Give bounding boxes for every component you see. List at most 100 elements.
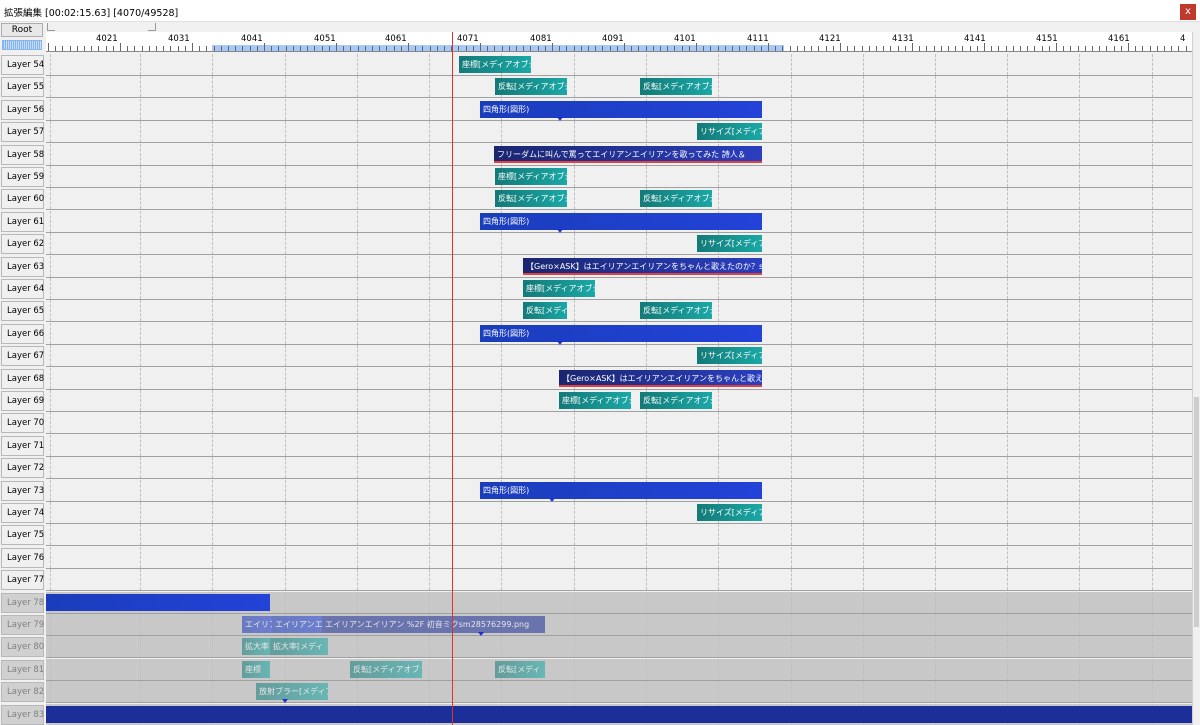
timeline-object[interactable]: 座標[メディアオブジェ xyxy=(523,280,595,297)
layer-label[interactable]: Layer 56 xyxy=(1,100,44,120)
timeline-object[interactable]: リサイズ[メディアオブ xyxy=(697,235,762,252)
layer-label[interactable]: Layer 55 xyxy=(1,77,44,97)
layer-label[interactable]: Layer 75 xyxy=(1,525,44,545)
timeline-object[interactable]: 四角形(図形) xyxy=(480,325,762,342)
layer-label[interactable]: Layer 54 xyxy=(1,55,44,75)
vertical-scrollbar[interactable] xyxy=(1192,32,1200,725)
layer-row[interactable]: Layer 68 【Gero×ASK】はエイリアンエイリアンをちゃんと歌えたのか？… xyxy=(0,368,1192,390)
timeline-object[interactable]: エイリアンエイリアン %2F 初音ミクsm28576299.png xyxy=(322,616,545,633)
timeline-object[interactable]: 反転[メディアオブジェ xyxy=(640,392,712,409)
timeline-object[interactable]: 【Gero×ASK】はエイリアンエイリアンをちゃんと歌えたのか？sm2965 xyxy=(523,258,762,275)
layer-row[interactable]: Layer 79 エイリアエイリアンエイリエイリアンエイリアン %2F 初音ミクs… xyxy=(0,614,1192,636)
timeline-object[interactable]: 反転[メディアオブ xyxy=(350,661,422,678)
close-button[interactable]: x xyxy=(1180,4,1196,20)
layer-track[interactable] xyxy=(46,636,1192,658)
timeline-object[interactable]: フリーダムに叫んで罵ってエイリアンエイリアンを歌ってみた 詩人＆ xyxy=(494,146,762,163)
layer-label[interactable]: Layer 64 xyxy=(1,279,44,299)
timeline-ruler[interactable]: 4021 4031 4041 4051 4061 4071 4081 4091 4101 4111… xyxy=(46,32,1192,52)
layer-track[interactable] xyxy=(46,76,1192,98)
layer-track[interactable] xyxy=(46,278,1192,300)
layer-row[interactable]: Layer 83 xyxy=(0,704,1192,725)
layer-label[interactable]: Layer 71 xyxy=(1,436,44,456)
layer-row[interactable]: Layer 74 リサイズ[メディアオブ xyxy=(0,502,1192,524)
timeline-object[interactable]: エイリア xyxy=(242,616,272,633)
layer-track[interactable] xyxy=(46,614,1192,636)
layer-row[interactable]: Layer 64 座標[メディアオブジェ xyxy=(0,278,1192,300)
layer-row[interactable]: Layer 82 放射ブラー[メディア xyxy=(0,681,1192,703)
layer-row[interactable]: Layer 61 四角形(図形) xyxy=(0,211,1192,233)
layer-track[interactable] xyxy=(46,659,1192,681)
layer-label[interactable]: Layer 83 xyxy=(1,705,44,725)
zoom-slider-left-icon[interactable] xyxy=(47,23,55,31)
layer-label[interactable]: Layer 58 xyxy=(1,145,44,165)
timeline-object[interactable]: 反転[メディアオブジェ xyxy=(495,190,567,207)
layer-row[interactable]: Layer 72 xyxy=(0,457,1192,479)
layer-row[interactable]: Layer 65 反転[メディ 反転[メディアオブジェ xyxy=(0,300,1192,322)
timeline-object[interactable]: 座標[メディアオブジェ xyxy=(459,56,531,73)
layer-track[interactable] xyxy=(46,166,1192,188)
layer-track[interactable] xyxy=(46,435,1192,457)
layer-label[interactable]: Layer 77 xyxy=(1,570,44,590)
timeline-object[interactable]: 反転[メディアオブジェ xyxy=(495,78,567,95)
timeline-overview-bar[interactable] xyxy=(2,40,42,50)
layer-label[interactable]: Layer 79 xyxy=(1,615,44,635)
scrollbar-thumb[interactable] xyxy=(1194,397,1199,627)
timeline-object[interactable]: 座標[メディアオブジェ xyxy=(559,392,631,409)
layer-row[interactable]: Layer 54 座標[メディアオブジェ xyxy=(0,54,1192,76)
timeline-object[interactable]: 四角形(図形) xyxy=(480,101,762,118)
timeline-object[interactable]: 反転[メディ xyxy=(523,302,567,319)
layer-label[interactable]: Layer 68 xyxy=(1,369,44,389)
keyframe-marker-icon[interactable] xyxy=(282,699,288,703)
layer-track[interactable] xyxy=(46,524,1192,546)
timeline-object[interactable]: 拡大率[メディ xyxy=(270,638,328,655)
timeline-object[interactable]: 四角形(図形) xyxy=(480,213,762,230)
layer-row[interactable]: Layer 71 xyxy=(0,435,1192,457)
layer-row[interactable]: Layer 66 四角形(図形) xyxy=(0,323,1192,345)
layer-label[interactable]: Layer 78 xyxy=(1,593,44,613)
timeline-object[interactable]: 拡大率 xyxy=(242,638,270,655)
playhead-cursor[interactable] xyxy=(452,32,453,725)
timeline-object[interactable]: リサイズ[メディアオブ xyxy=(697,504,762,521)
layer-row[interactable]: Layer 80 拡大率 拡大率[メディ xyxy=(0,636,1192,658)
layer-row[interactable]: Layer 56 四角形(図形) xyxy=(0,99,1192,121)
layer-row[interactable]: Layer 62 リサイズ[メディアオブ xyxy=(0,233,1192,255)
layer-row[interactable]: Layer 70 xyxy=(0,412,1192,434)
layer-track[interactable] xyxy=(46,457,1192,479)
timeline-object[interactable]: 座標 xyxy=(242,661,270,678)
timeline-object[interactable]: 四角形(図形) xyxy=(480,482,762,499)
layer-label[interactable]: Layer 82 xyxy=(1,682,44,702)
layer-label[interactable]: Layer 65 xyxy=(1,301,44,321)
timeline-object[interactable] xyxy=(46,706,1192,723)
layer-label[interactable]: Layer 60 xyxy=(1,189,44,209)
timeline-object[interactable]: 反転[メディアオブジェ xyxy=(640,78,712,95)
layer-label[interactable]: Layer 63 xyxy=(1,257,44,277)
layer-row[interactable]: Layer 67 リサイズ[メディアオブ xyxy=(0,345,1192,367)
timeline-object[interactable]: エイリアンエイリ xyxy=(272,616,322,633)
layer-row[interactable]: Layer 58 フリーダムに叫んで罵ってエイリアンエイリアンを歌ってみた 詩人＆ xyxy=(0,144,1192,166)
layer-label[interactable]: Layer 73 xyxy=(1,481,44,501)
layer-row[interactable]: Layer 63 【Gero×ASK】はエイリアンエイリアンをちゃんと歌えたのか？… xyxy=(0,256,1192,278)
timeline-object[interactable]: 反転[メディ xyxy=(495,661,545,678)
layer-row[interactable]: Layer 59 座標[メディアオブジェ xyxy=(0,166,1192,188)
layer-label[interactable]: Layer 69 xyxy=(1,391,44,411)
layer-label[interactable]: Layer 59 xyxy=(1,167,44,187)
timeline-object[interactable] xyxy=(46,594,270,611)
timeline-object[interactable]: 反転[メディアオブジェ xyxy=(640,302,712,319)
layer-label[interactable]: Layer 57 xyxy=(1,122,44,142)
layer-track[interactable] xyxy=(46,121,1192,143)
layer-row[interactable]: Layer 81 座標 反転[メディアオブ 反転[メディ xyxy=(0,659,1192,681)
timeline-object[interactable]: 【Gero×ASK】はエイリアンエイリアンをちゃんと歌えたのか？s xyxy=(559,370,762,387)
layer-track[interactable] xyxy=(46,54,1192,76)
layer-track[interactable] xyxy=(46,547,1192,569)
layer-track[interactable] xyxy=(46,502,1192,524)
timeline-object[interactable]: 反転[メディアオブジェ xyxy=(640,190,712,207)
layer-row[interactable]: Layer 60 反転[メディアオブジェ 反転[メディアオブジェ xyxy=(0,188,1192,210)
layer-track[interactable] xyxy=(46,188,1192,210)
zoom-slider-right-icon[interactable] xyxy=(148,23,156,31)
layer-label[interactable]: Layer 70 xyxy=(1,413,44,433)
layer-label[interactable]: Layer 62 xyxy=(1,234,44,254)
layer-track[interactable] xyxy=(46,233,1192,255)
layer-track[interactable] xyxy=(46,681,1192,703)
layer-track[interactable] xyxy=(46,300,1192,322)
layer-row[interactable]: Layer 73 四角形(図形) xyxy=(0,480,1192,502)
